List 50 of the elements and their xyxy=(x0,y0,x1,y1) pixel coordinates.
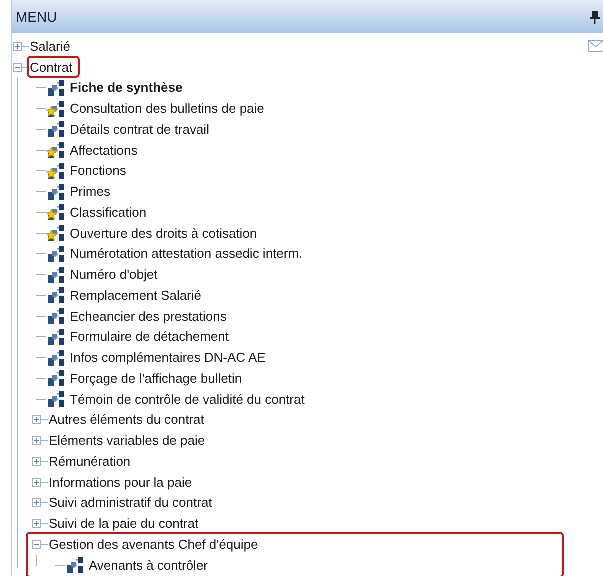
pin-icon[interactable] xyxy=(590,10,600,24)
blocks-icon xyxy=(46,390,66,408)
menu-item[interactable]: Numéro d'objet xyxy=(69,267,160,282)
minus-icon[interactable] xyxy=(32,540,41,549)
menu-item[interactable]: Numérotation attestation assedic interm. xyxy=(69,246,305,262)
menu-item[interactable]: Remplacement Salarié xyxy=(69,288,204,303)
menu-group[interactable]: Informations pour la paie xyxy=(48,474,194,490)
blocks-icon xyxy=(46,328,66,346)
menu-group[interactable]: Suivi administratif du contrat xyxy=(48,495,214,510)
menu-item[interactable]: Témoin de contrôle de validité du contrat xyxy=(69,392,307,407)
blocks-icon xyxy=(65,556,85,574)
menu-item[interactable]: Primes xyxy=(69,184,112,200)
menu-group[interactable]: Eléments variables de paie xyxy=(48,433,208,448)
menu-item[interactable]: Affectations xyxy=(69,142,140,158)
menu-item[interactable]: Formulaire de détachement xyxy=(69,329,231,344)
menu-item[interactable]: Ouverture des droits à cotisation xyxy=(69,226,260,241)
blocks-icon xyxy=(46,120,66,138)
plus-icon[interactable] xyxy=(32,415,41,424)
blocks-icon xyxy=(46,78,66,97)
blocks-icon xyxy=(46,348,66,367)
menu-group[interactable]: Salarié xyxy=(29,38,72,54)
menu-item[interactable]: Avenants à contrôler xyxy=(88,558,210,573)
menu-item[interactable]: Forçage de l'affichage bulletin xyxy=(69,370,244,386)
blocks-icon xyxy=(46,369,66,388)
menu-group[interactable]: Autres éléments du contrat xyxy=(48,412,206,428)
menu-group[interactable]: Contrat xyxy=(29,60,75,75)
plus-icon[interactable] xyxy=(32,498,41,508)
envelope-icon[interactable] xyxy=(588,40,603,52)
blocks-icon xyxy=(46,182,66,201)
plus-icon[interactable] xyxy=(32,519,41,528)
plus-icon[interactable] xyxy=(32,456,41,466)
plus-icon[interactable] xyxy=(32,436,41,446)
menu-group[interactable]: Suivi de la paie du contrat xyxy=(48,516,201,532)
menu-item[interactable]: Consultation des bulletins de paie xyxy=(69,101,266,116)
minus-icon[interactable] xyxy=(13,62,22,72)
blocks-icon xyxy=(46,244,66,263)
panel-title: MENU xyxy=(16,8,58,24)
blocks-icon xyxy=(46,286,66,304)
menu-group[interactable]: Gestion des avenants Chef d'équipe xyxy=(48,536,260,552)
menu-item[interactable]: Fiche de synthèse xyxy=(69,80,185,96)
menu-item[interactable]: Classification xyxy=(69,204,149,220)
blocks-icon xyxy=(46,307,66,326)
plus-icon[interactable] xyxy=(32,478,41,487)
menu-item[interactable]: Détails contrat de travail xyxy=(69,122,212,137)
menu-group[interactable]: Rémunération xyxy=(48,454,133,469)
blocks-icon xyxy=(46,266,66,284)
plus-icon[interactable] xyxy=(13,42,22,51)
menu-item[interactable]: Fonctions xyxy=(69,163,128,178)
menu-item[interactable]: Echeancier des prestations xyxy=(69,308,229,324)
menu-item[interactable]: Infos complémentaires DN-AC AE xyxy=(69,350,268,366)
